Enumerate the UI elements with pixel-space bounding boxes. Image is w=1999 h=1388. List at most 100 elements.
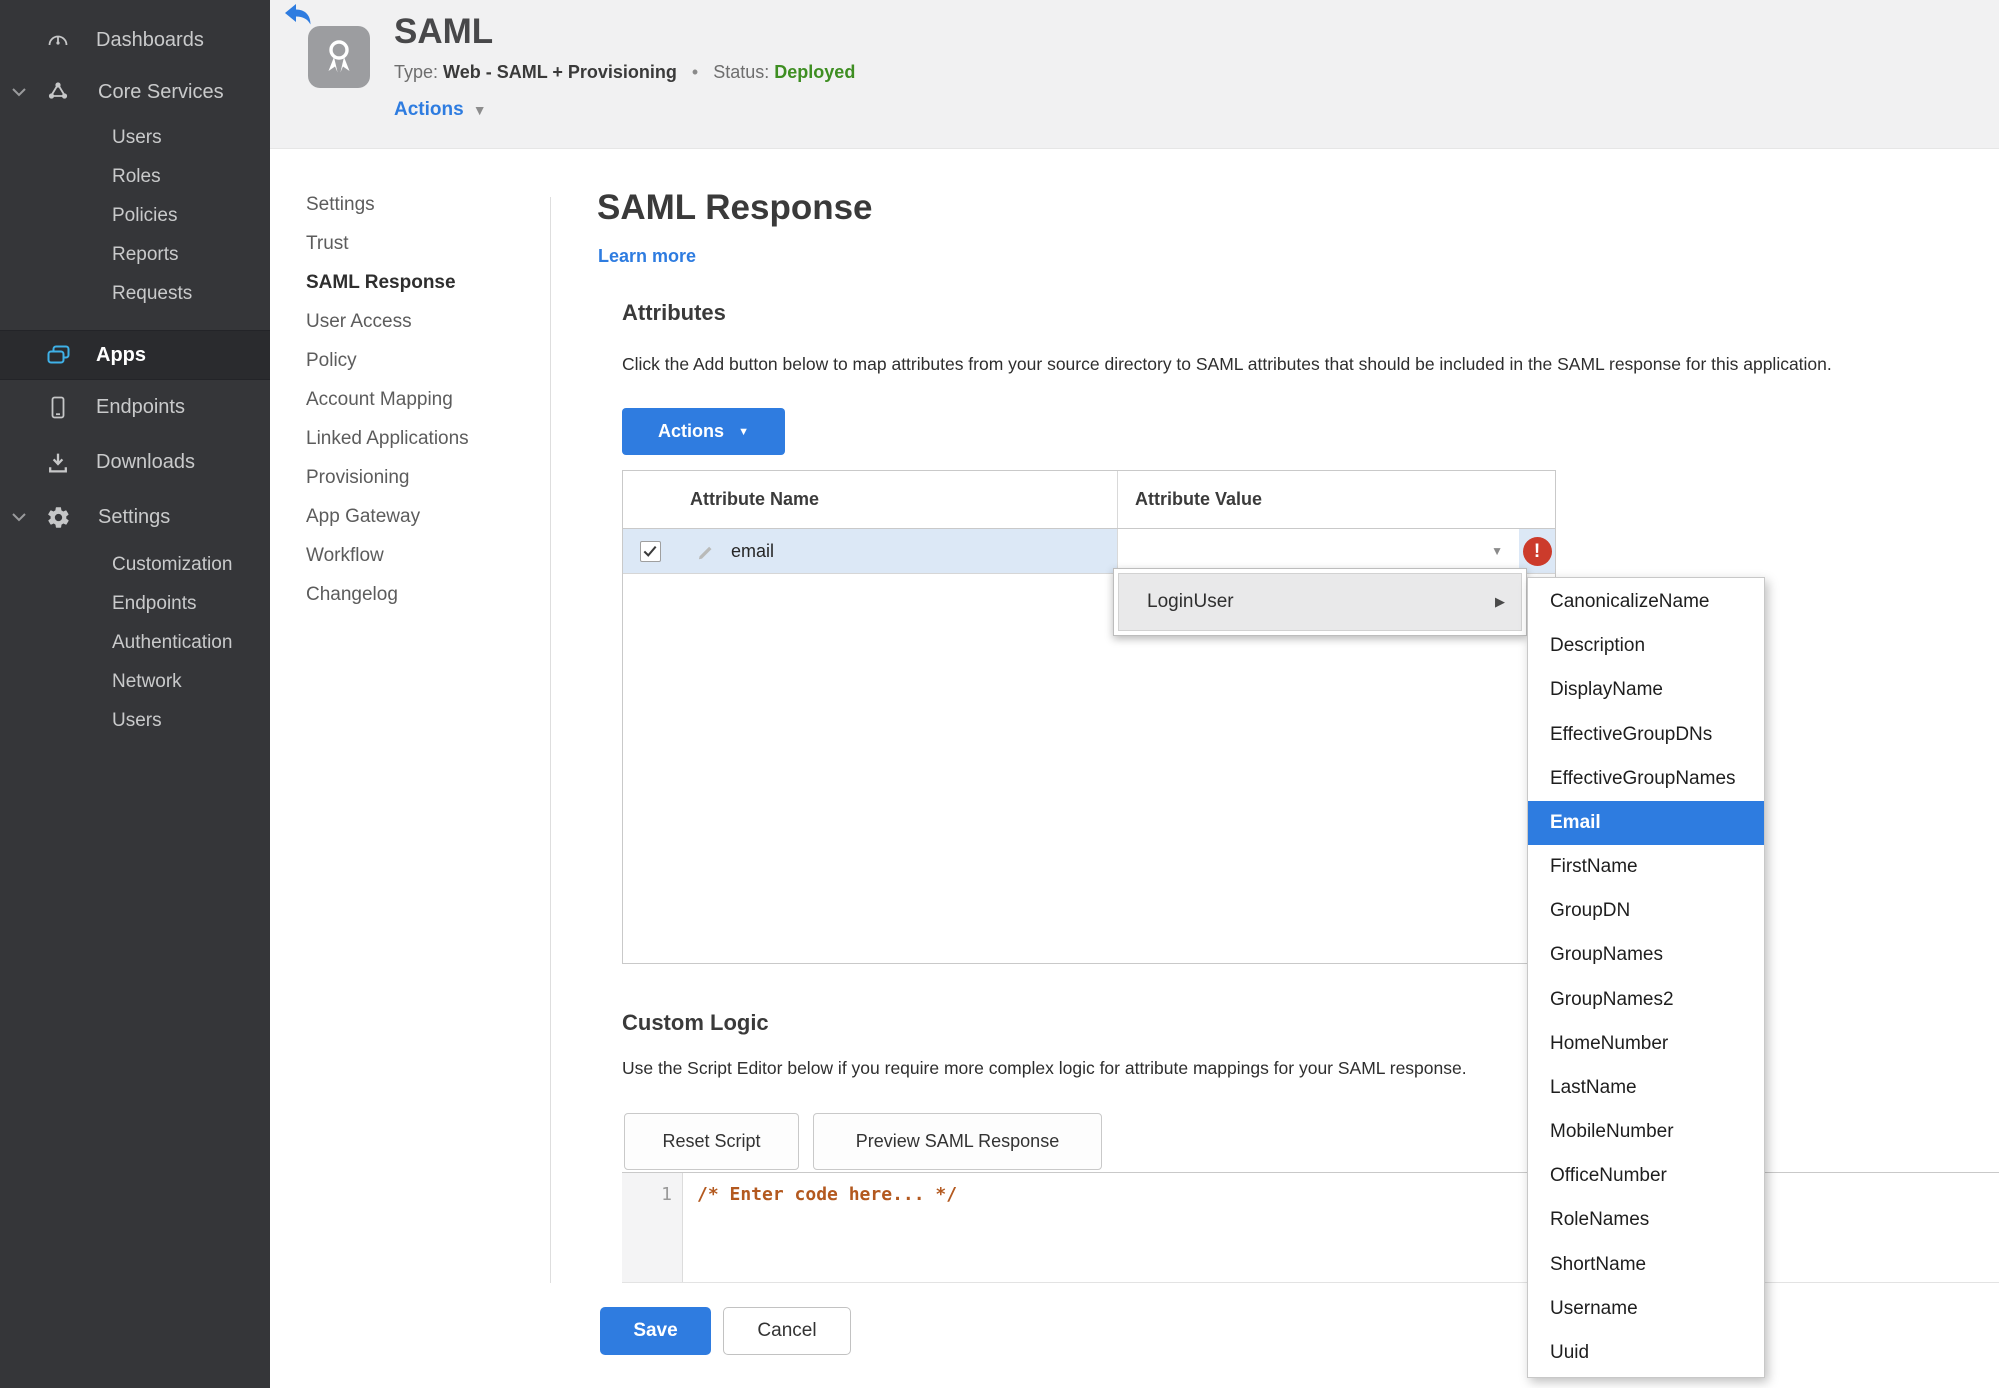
- actions-button-label: Actions: [658, 421, 725, 441]
- core-services-icon: [44, 79, 72, 105]
- menu-item-description[interactable]: Description: [1528, 624, 1764, 668]
- status-badge: Deployed: [774, 62, 856, 82]
- reset-script-button[interactable]: Reset Script: [624, 1113, 799, 1170]
- tab-policy[interactable]: Policy: [306, 341, 469, 380]
- menu-item-loginuser[interactable]: LoginUser ▶: [1118, 573, 1522, 631]
- tab-saml-response[interactable]: SAML Response: [306, 263, 469, 302]
- menu-item-rolenames[interactable]: RoleNames: [1528, 1198, 1764, 1242]
- tab-user-access[interactable]: User Access: [306, 302, 469, 341]
- sidebar-subitem-requests[interactable]: Requests: [112, 274, 270, 313]
- app-settings-nav: Settings Trust SAML Response User Access…: [306, 185, 469, 614]
- status-label: Status:: [713, 62, 770, 82]
- custom-logic-heading: Custom Logic: [622, 1010, 769, 1035]
- menu-item-label: LoginUser: [1147, 591, 1234, 612]
- row-error-cell: !: [1519, 529, 1555, 573]
- attribute-name-cell: email: [677, 529, 1117, 573]
- sidebar-item-label: Apps: [96, 343, 146, 366]
- sidebar-item-downloads[interactable]: Downloads: [0, 435, 270, 490]
- apps-icon: [44, 342, 72, 368]
- header-actions-dropdown[interactable]: Actions ▼: [394, 99, 487, 121]
- sidebar-subitem-endpoints[interactable]: Endpoints: [112, 584, 270, 623]
- cancel-button[interactable]: Cancel: [723, 1307, 851, 1355]
- type-label: Type:: [394, 62, 439, 82]
- tab-app-gateway[interactable]: App Gateway: [306, 497, 469, 536]
- tab-changelog[interactable]: Changelog: [306, 575, 469, 614]
- sidebar-item-label: Core Services: [98, 80, 224, 103]
- tab-account-mapping[interactable]: Account Mapping: [306, 380, 469, 419]
- submenu-arrow-icon: ▶: [1495, 594, 1505, 609]
- menu-item-effectivegroupdns[interactable]: EffectiveGroupDNs: [1528, 713, 1764, 757]
- column-header-attribute-value: Attribute Value: [1117, 471, 1519, 528]
- menu-item-groupnames[interactable]: GroupNames: [1528, 933, 1764, 977]
- sidebar-item-endpoints[interactable]: Endpoints: [0, 380, 270, 435]
- editor-line-number: 1: [622, 1173, 683, 1282]
- sidebar-item-dashboards[interactable]: Dashboards: [0, 14, 270, 66]
- menu-item-officenumber[interactable]: OfficeNumber: [1528, 1154, 1764, 1198]
- menu-item-shortname[interactable]: ShortName: [1528, 1243, 1764, 1287]
- attributes-heading: Attributes: [622, 300, 726, 325]
- sidebar-subitem-reports[interactable]: Reports: [112, 235, 270, 274]
- attribute-value-dropdown: LoginUser ▶: [1113, 568, 1527, 636]
- column-header-attribute-name: Attribute Name: [690, 489, 820, 509]
- sidebar-item-core-services[interactable]: Core Services: [0, 66, 270, 118]
- chevron-down-icon: [12, 87, 44, 97]
- sidebar-subitem-network[interactable]: Network: [112, 662, 270, 701]
- saml-app-badge-icon: [308, 26, 370, 88]
- sidebar-subitem-authentication[interactable]: Authentication: [112, 623, 270, 662]
- menu-item-groupdn[interactable]: GroupDN: [1528, 889, 1764, 933]
- menu-item-email[interactable]: Email: [1528, 800, 1764, 846]
- sidebar-subitem-roles[interactable]: Roles: [112, 157, 270, 196]
- attributes-actions-button[interactable]: Actions ▼: [622, 408, 785, 455]
- edit-pencil-icon[interactable]: [697, 542, 716, 561]
- menu-item-username[interactable]: Username: [1528, 1287, 1764, 1331]
- tab-provisioning[interactable]: Provisioning: [306, 458, 469, 497]
- meta-separator: •: [691, 62, 699, 82]
- attribute-name-value: email: [731, 540, 775, 561]
- sidebar-item-apps[interactable]: Apps: [0, 330, 270, 380]
- type-value: Web - SAML + Provisioning: [443, 62, 677, 82]
- menu-item-mobilenumber[interactable]: MobileNumber: [1528, 1110, 1764, 1154]
- menu-item-homenumber[interactable]: HomeNumber: [1528, 1022, 1764, 1066]
- preview-saml-response-button[interactable]: Preview SAML Response: [813, 1113, 1102, 1170]
- tab-trust[interactable]: Trust: [306, 224, 469, 263]
- sidebar-item-label: Endpoints: [96, 396, 185, 418]
- row-checkbox[interactable]: [639, 540, 661, 562]
- learn-more-link[interactable]: Learn more: [598, 246, 696, 267]
- attribute-value-combobox[interactable]: ▼: [1117, 529, 1519, 573]
- menu-item-displayname[interactable]: DisplayName: [1528, 668, 1764, 712]
- core-services-submenu: Users Roles Policies Reports Requests: [0, 118, 270, 313]
- chevron-down-icon: [12, 513, 44, 522]
- settings-submenu: Customization Endpoints Authentication N…: [0, 545, 270, 740]
- sidebar-item-label: Dashboards: [96, 28, 204, 51]
- nav-divider: [550, 197, 551, 1283]
- tab-workflow[interactable]: Workflow: [306, 536, 469, 575]
- back-arrow-icon[interactable]: [285, 4, 313, 26]
- gear-icon: [44, 505, 72, 531]
- menu-item-canonicalizename[interactable]: CanonicalizeName: [1528, 580, 1764, 624]
- menu-item-uuid[interactable]: Uuid: [1528, 1331, 1764, 1375]
- dashboard-gauge-icon: [44, 27, 72, 53]
- section-title: SAML Response: [597, 188, 873, 227]
- menu-item-effectivegroupnames[interactable]: EffectiveGroupNames: [1528, 757, 1764, 801]
- chevron-down-icon: ▼: [738, 425, 749, 438]
- menu-item-lastname[interactable]: LastName: [1528, 1066, 1764, 1110]
- tab-settings[interactable]: Settings: [306, 185, 469, 224]
- script-editor: 1 /* Enter code here... */: [622, 1172, 1999, 1283]
- sidebar-subitem-users[interactable]: Users: [112, 701, 270, 740]
- chevron-down-icon: ▼: [472, 102, 487, 118]
- editor-code-area[interactable]: /* Enter code here... */: [683, 1173, 1999, 1282]
- sidebar-subitem-users[interactable]: Users: [112, 118, 270, 157]
- table-header-row: Attribute Name Attribute Value: [623, 471, 1555, 529]
- tab-linked-applications[interactable]: Linked Applications: [306, 419, 469, 458]
- save-button[interactable]: Save: [600, 1307, 711, 1355]
- app-header: SAML Type: Web - SAML + Provisioning • S…: [270, 0, 1999, 149]
- sidebar-item-settings[interactable]: Settings: [0, 490, 270, 545]
- download-icon: [44, 450, 72, 476]
- menu-item-groupnames2[interactable]: GroupNames2: [1528, 978, 1764, 1022]
- menu-item-firstname[interactable]: FirstName: [1528, 845, 1764, 889]
- header-checkbox-column: [623, 471, 677, 528]
- sidebar-subitem-policies[interactable]: Policies: [112, 196, 270, 235]
- header-actions-label: Actions: [394, 99, 464, 120]
- endpoints-phone-icon: [44, 395, 72, 421]
- sidebar-subitem-customization[interactable]: Customization: [112, 545, 270, 584]
